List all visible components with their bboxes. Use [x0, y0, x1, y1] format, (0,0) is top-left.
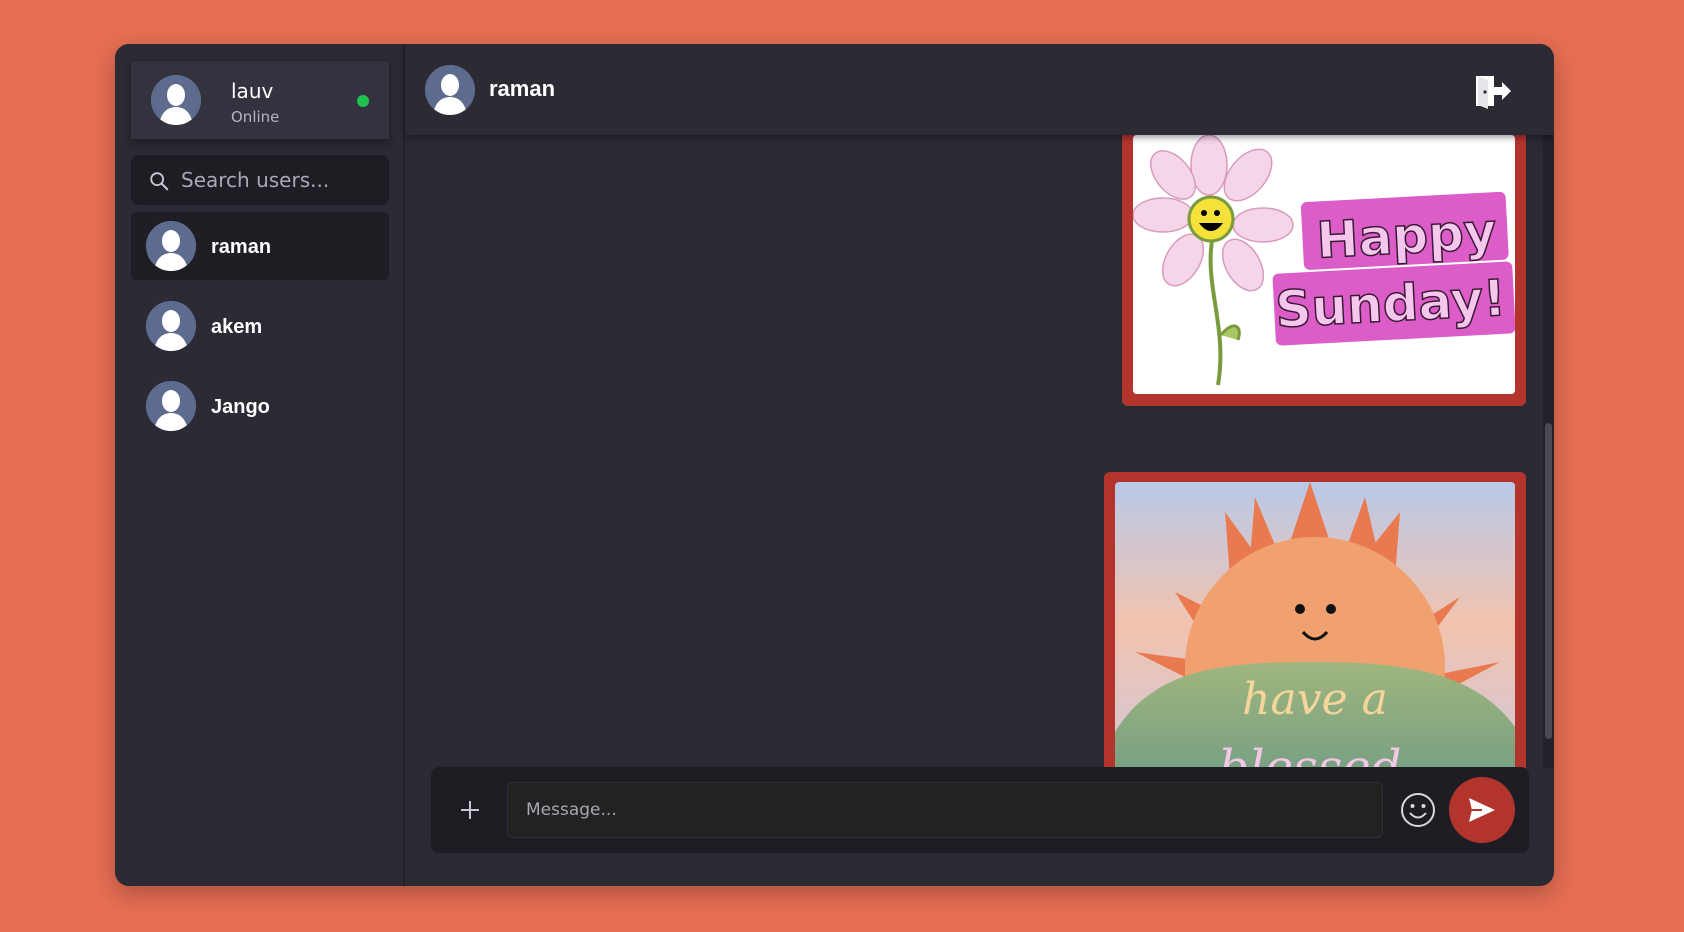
user-name: akem — [211, 316, 263, 338]
chat-header: raman — [405, 44, 1554, 135]
current-user-avatar — [151, 75, 201, 125]
message-scrollbar[interactable] — [1543, 135, 1554, 768]
online-indicator — [357, 95, 369, 107]
message-list[interactable]: Happy Sunday! have a blessed — [405, 135, 1554, 768]
user-search[interactable] — [131, 155, 389, 205]
message-image[interactable]: have a blessed — [1115, 482, 1515, 768]
message-bubble[interactable]: have a blessed — [1104, 472, 1526, 768]
user-name: raman — [211, 236, 272, 258]
send-button[interactable] — [1449, 777, 1515, 843]
avatar — [146, 301, 196, 351]
image-caption-line-1: Happy — [1315, 202, 1498, 269]
logout-icon[interactable] — [1472, 72, 1512, 110]
avatar — [146, 221, 196, 271]
search-icon — [150, 172, 169, 191]
avatar — [146, 381, 196, 431]
smiley-icon[interactable] — [1399, 791, 1437, 829]
image-caption-line-1: have a — [1242, 674, 1388, 725]
user-name: Jango — [211, 396, 270, 418]
sidebar: lauv Online raman akem Jango — [115, 44, 405, 886]
search-input[interactable] — [181, 155, 381, 205]
chat-panel: raman Happy Sunday! have a blessed Messa… — [405, 44, 1554, 886]
user-list-item-raman[interactable]: raman — [131, 212, 389, 280]
message-image[interactable]: Happy Sunday! — [1133, 135, 1515, 394]
current-user-status: Online — [231, 108, 280, 126]
user-list-item-jango[interactable]: Jango — [131, 372, 389, 440]
message-bubble[interactable]: Happy Sunday! — [1122, 135, 1526, 406]
current-user-name: lauv — [231, 79, 274, 103]
image-caption-line-2: Sunday! — [1274, 269, 1507, 339]
current-user-card: lauv Online — [131, 61, 389, 139]
message-input[interactable] — [507, 782, 1383, 838]
chat-partner-name: raman — [489, 76, 556, 101]
chat-app-window: lauv Online raman akem Jango — [115, 44, 1554, 886]
message-composer — [431, 767, 1529, 853]
plus-icon[interactable] — [453, 793, 487, 827]
send-icon — [1469, 798, 1495, 822]
chat-partner-avatar — [425, 65, 475, 115]
user-list-item-akem[interactable]: akem — [131, 292, 389, 360]
scrollbar-thumb[interactable] — [1545, 423, 1552, 739]
image-caption-line-2: blessed — [1219, 740, 1402, 768]
